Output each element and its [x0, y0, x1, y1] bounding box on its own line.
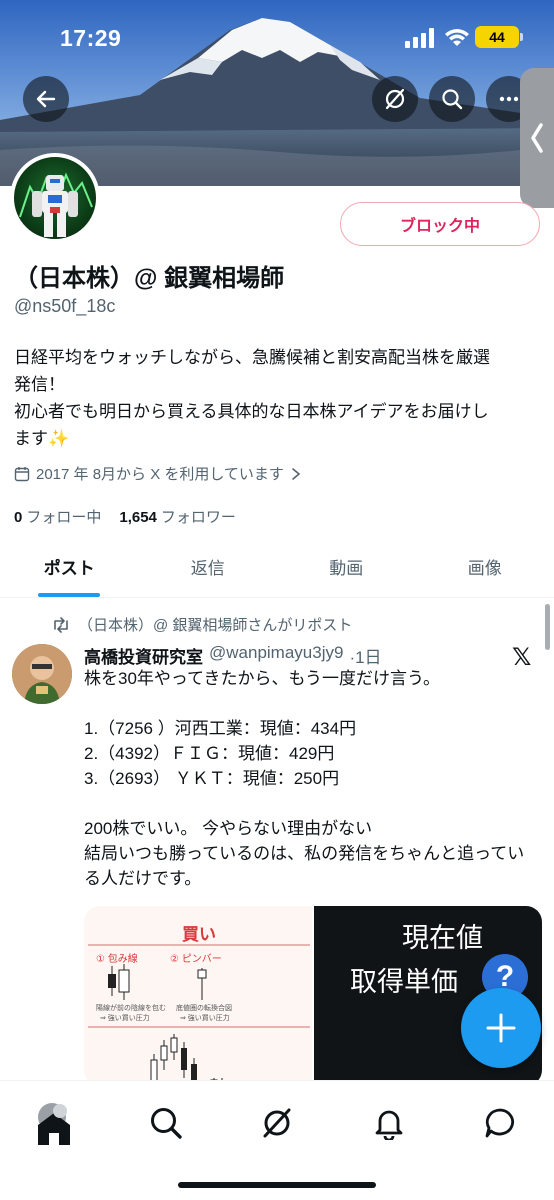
repost-label: （日本株）@ 銀翼相場師さんがリポスト — [78, 617, 353, 634]
media-title: 買い — [182, 925, 216, 944]
bio-line: ます✨ — [14, 425, 544, 452]
blocked-button[interactable]: ブロック中 — [340, 202, 540, 246]
nav-grok[interactable] — [249, 1095, 305, 1151]
profile-handle: @ns50f_18c — [14, 296, 116, 316]
sparkles-emoji: ✨ — [48, 429, 70, 448]
status-time: 17:29 — [60, 25, 122, 51]
robot-avatar-image — [19, 172, 93, 237]
tab-replies[interactable]: 返信 — [139, 544, 278, 597]
nav-home[interactable] — [26, 1095, 82, 1151]
tab-posts[interactable]: ポスト — [0, 544, 139, 597]
nav-notifications[interactable] — [361, 1095, 417, 1151]
media-note: ⇒ 強い買い圧力 — [100, 1015, 150, 1022]
cellular-signal-icon — [405, 28, 434, 48]
media-note: ⇒ 強い買い圧力 — [180, 1015, 230, 1022]
post-text[interactable]: 株を30年やってきたから、もう一度だけ言う。 1.（7256 ）河西工業：現値：… — [84, 666, 540, 891]
home-icon — [38, 1103, 70, 1145]
media-label: ② ピンバー — [170, 954, 222, 965]
post-time: ·1日 — [349, 648, 382, 667]
divider — [88, 1026, 310, 1028]
author-photo — [12, 644, 72, 704]
search-icon — [151, 1108, 182, 1139]
nav-explore[interactable] — [138, 1095, 194, 1151]
grok-icon — [385, 88, 405, 110]
home-indicator — [178, 1182, 376, 1188]
joined-text: 2017 年 8月から X を利用しています — [36, 466, 284, 483]
compose-post-button[interactable] — [461, 988, 541, 1068]
candlestick-icons — [108, 964, 207, 1000]
profile-bio: 日経平均をウォッチしながら、急騰候補と割安高配当株を厳選 発信！ 初心者でも明日… — [14, 344, 544, 452]
repost-indicator[interactable]: （日本株）@ 銀翼相場師さんがリポスト — [52, 614, 352, 635]
active-tab-indicator — [38, 593, 101, 597]
tab-images[interactable]: 画像 — [416, 544, 554, 597]
media-note: 陽線が前の陰線を包む — [96, 1005, 166, 1012]
side-panel-handle[interactable] — [520, 68, 554, 208]
grok-button[interactable] — [372, 76, 418, 122]
media-text: 現在値 — [402, 923, 483, 953]
wifi-icon — [445, 29, 469, 46]
arrow-left-icon — [36, 90, 56, 108]
bio-line: 日経平均をウォッチしながら、急騰候補と割安高配当株を厳選 — [14, 348, 490, 367]
search-icon — [442, 89, 463, 110]
repost-icon — [54, 616, 68, 633]
divider — [88, 944, 310, 946]
follow-stats: 0 フォロー中 1,654 フォロワー — [14, 506, 236, 527]
joined-date[interactable]: 2017 年 8月から X を利用しています — [14, 463, 302, 484]
post-author-avatar[interactable] — [12, 644, 72, 704]
media-text: 取得単価 — [350, 967, 458, 997]
post-author-name[interactable]: 高橋投資研究室 — [84, 643, 203, 668]
scrollbar[interactable] — [545, 604, 550, 650]
profile-display-name: （日本株）@ 銀翼相場師 — [14, 265, 285, 292]
plus-icon — [486, 1013, 516, 1043]
tab-videos[interactable]: 動画 — [277, 544, 416, 597]
battery-indicator: 44 — [475, 26, 523, 48]
post-author-handle[interactable]: @wanpimayu3jy9 — [209, 643, 343, 668]
more-icon — [499, 96, 519, 102]
bell-icon — [375, 1110, 403, 1140]
profile-tabs: ポスト 返信 動画 画像 — [0, 544, 554, 598]
media-note: 底値圏の転換合図 — [176, 1005, 232, 1012]
chevron-left-icon — [531, 123, 543, 153]
nav-messages[interactable] — [472, 1095, 528, 1151]
bio-line-text: ます — [14, 429, 48, 448]
calendar-icon — [14, 466, 30, 481]
post-header: 高橋投資研究室 @wanpimayu3jy9 ·1日 — [84, 643, 382, 668]
grok-icon — [263, 1108, 291, 1138]
profile-avatar[interactable] — [10, 153, 100, 243]
media-image-candlestick[interactable]: 買い ① 包み線 ② ピンバー 陽線が前の陰線を包む ⇒ 強い買い圧力 底値圏の… — [84, 906, 314, 1086]
bio-line: 発信！ — [14, 375, 65, 394]
candlestick-chart-thumbnail — [150, 1034, 225, 1086]
chevron-right-icon — [292, 467, 301, 480]
chat-bubble-icon — [485, 1108, 514, 1138]
following-link[interactable]: 0 フォロー中 — [14, 506, 101, 527]
media-label: ① 包み線 — [96, 954, 138, 965]
back-button[interactable] — [23, 76, 69, 122]
bio-line: 初心者でも明日から買える具体的な日本株アイデアをお届けし — [14, 402, 489, 421]
followers-link[interactable]: 1,654 フォロワー — [119, 506, 236, 527]
search-button[interactable] — [429, 76, 475, 122]
